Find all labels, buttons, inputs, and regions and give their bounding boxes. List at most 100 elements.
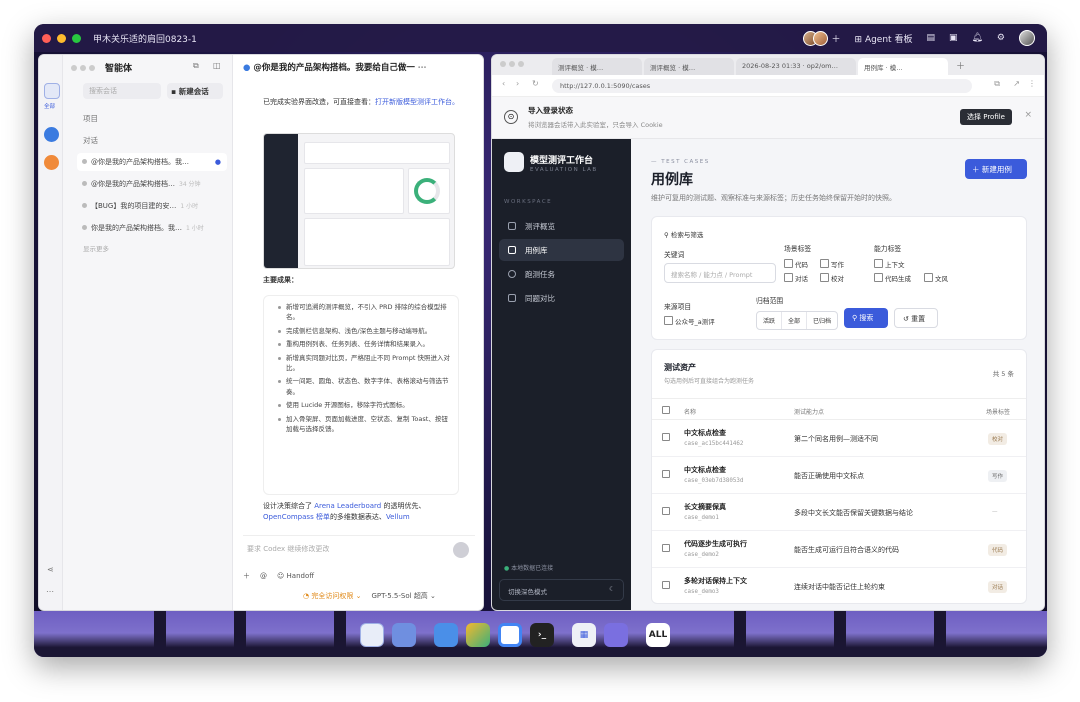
forward-icon[interactable]: › <box>516 79 519 88</box>
archive-option[interactable]: 全部 <box>782 312 808 329</box>
back-icon[interactable]: ‹ <box>502 79 505 88</box>
browser-tab[interactable]: 测评概览 · 模… <box>644 58 734 75</box>
nav-item-runs[interactable]: 跑测任务 <box>499 263 624 285</box>
sidebar-toggle-icon[interactable]: ◫ <box>213 61 221 70</box>
document-icon[interactable]: ▤ <box>926 33 935 43</box>
chat-item-title: @你是我的产品架构搭档。我… <box>91 158 189 166</box>
archive-segmented-control: 活跃 全部 已归档 <box>756 311 839 330</box>
scene-checkbox[interactable]: 代码 <box>784 259 808 269</box>
external-link-icon[interactable]: ⧉ <box>193 61 199 71</box>
dock-all-button[interactable]: ALL <box>646 623 670 647</box>
user-avatar[interactable] <box>1019 30 1035 46</box>
scene-checkbox[interactable]: 校对 <box>820 273 844 283</box>
maximize-window-button[interactable] <box>72 33 81 43</box>
dock-apps-grid-icon[interactable]: ▦ <box>572 623 596 647</box>
mention-icon[interactable]: @ <box>260 572 267 580</box>
workbench-preview-image[interactable] <box>263 133 455 269</box>
composer-input[interactable]: 要求 Codex 继续修改更改 <box>243 535 475 563</box>
archive-option[interactable]: 活跃 <box>757 312 783 329</box>
more-icon[interactable]: ⋯ <box>418 63 427 73</box>
all-agents-icon[interactable] <box>44 83 60 99</box>
dock-agent-icon[interactable] <box>360 623 384 647</box>
scene-checkbox[interactable]: 写作 <box>820 259 844 269</box>
table-row[interactable]: 长文摘要保真 case_demo1 多段中文长文能否保留关键数据与结论 — <box>652 494 1026 531</box>
ability-checkbox[interactable]: 上下文 <box>874 259 905 269</box>
row-checkbox[interactable] <box>662 433 670 441</box>
browser-tab[interactable]: 2026-08-23 01:33 · op2/om… <box>736 58 856 75</box>
browser-tab[interactable]: 测评概览 · 模… <box>552 58 642 75</box>
sparkle-agent-icon[interactable] <box>44 155 59 170</box>
nav-item-overview[interactable]: 测评概览 <box>499 215 624 237</box>
collaborators[interactable]: ＋ <box>802 30 841 46</box>
chat-item[interactable]: 【BUG】我的项目建的安… 1 小时 <box>77 197 227 215</box>
opencompass-link[interactable]: OpenCompass 榜单 <box>263 513 330 521</box>
new-chat-button[interactable]: ▪ 新建会话 <box>167 83 223 99</box>
dock-folder-icon[interactable] <box>434 623 458 647</box>
plus-icon[interactable]: ＋ <box>832 32 841 45</box>
share-icon[interactable]: ⋖ <box>47 565 54 574</box>
ability-checkbox[interactable]: 文风 <box>924 273 948 283</box>
search-button[interactable]: ⚲ 搜索 <box>844 308 888 328</box>
open-workbench-link[interactable]: 打开新版模型测评工作台。 <box>375 98 459 106</box>
row-checkbox[interactable] <box>662 507 670 515</box>
more-icon[interactable]: ⋮ <box>1028 79 1036 88</box>
agent-board-button[interactable]: ⊞ Agent 看板 <box>855 32 913 45</box>
close-icon[interactable]: × <box>1024 110 1032 120</box>
filter-title-text: 检索与筛选 <box>670 231 704 239</box>
url-input[interactable]: http://127.0.0.1:5090/cases <box>552 79 972 93</box>
row-checkbox[interactable] <box>662 544 670 552</box>
dock-chrome-icon[interactable] <box>498 623 522 647</box>
new-case-button[interactable]: ＋ 新建用例 <box>965 159 1027 179</box>
dock-terminal-icon[interactable]: ›_ <box>530 623 554 647</box>
add-icon[interactable]: ＋ <box>243 571 250 581</box>
choose-profile-button[interactable]: 选择 Profile <box>960 109 1012 125</box>
tab-label: 用例库 · 模… <box>864 64 903 72</box>
reset-button[interactable]: ↺ 重置 <box>894 308 938 328</box>
minimize-window-button[interactable] <box>57 33 66 43</box>
open-external-icon[interactable]: ↗ <box>1013 79 1020 88</box>
ability-checkbox[interactable]: 代码生成 <box>874 273 911 283</box>
dock-cluster-icon[interactable] <box>392 623 416 647</box>
source-checkbox[interactable]: 公众号_a测评 <box>664 316 715 326</box>
chat-item[interactable]: 你是我的产品架构搭档。我… 1 小时 <box>77 219 227 237</box>
browser-tab-active[interactable]: 用例库 · 模… <box>858 58 948 75</box>
new-tab-icon[interactable]: ＋ <box>950 59 965 75</box>
show-more-link[interactable]: 显示更多 <box>83 243 109 253</box>
row-checkbox[interactable] <box>662 470 670 478</box>
archive-option[interactable]: 已归档 <box>807 312 837 329</box>
chat-search-input[interactable]: 搜索会话 <box>83 83 161 99</box>
chat-item[interactable]: @你是我的产品架构搭档… 34 分钟 <box>77 175 227 193</box>
layout-icon[interactable]: ▣ <box>949 33 958 43</box>
table-row[interactable]: 代码逐步生成可执行 case_demo2 能否生成可运行且符合语义的代码 代码 <box>652 531 1026 568</box>
nav-item-cases[interactable]: 用例库 <box>499 239 624 261</box>
keyword-input[interactable]: 搜索名称 / 能力点 / Prompt <box>664 263 776 283</box>
gear-icon[interactable]: ⚙ <box>997 33 1005 43</box>
model-select[interactable]: GPT-5.5-Sol 超高 ⌄ <box>371 591 435 601</box>
table-row[interactable]: 中文标点检查 case_03eb7d38053d 能否正确使用中文标点 写作 <box>652 457 1026 494</box>
more-icon[interactable]: ⋯ <box>46 587 54 596</box>
agent-avatar-icon[interactable] <box>44 127 59 142</box>
send-button[interactable] <box>453 542 469 558</box>
vellum-link[interactable]: Vellum <box>386 513 410 521</box>
dock-transfer-icon[interactable] <box>466 623 490 647</box>
select-all-checkbox[interactable] <box>662 406 670 414</box>
list-item: 新增可追溯的测评概览，不引入 PRD 排除的综合模型排名。 <box>278 302 452 323</box>
case-tag: — <box>992 509 998 515</box>
theme-toggle-button[interactable]: 切换深色模式 ☾ <box>499 579 624 601</box>
table-row[interactable]: 中文标点检查 case_ac15bc441462 第二个同名用例—测适不同 校对 <box>652 420 1026 457</box>
chat-item[interactable]: @你是我的产品架构搭档。我… ● <box>77 153 227 171</box>
import-icon: ⊙ <box>504 110 518 124</box>
close-window-button[interactable] <box>42 33 51 43</box>
row-checkbox[interactable] <box>662 581 670 589</box>
dock-chat-icon[interactable] <box>604 623 628 647</box>
scene-checkbox[interactable]: 对话 <box>784 273 808 283</box>
nav-item-compare[interactable]: 同题对比 <box>499 287 624 309</box>
handoff-button[interactable]: ☺ Handoff <box>277 572 314 580</box>
case-name: 中文标点检查 <box>684 466 726 474</box>
table-row[interactable]: 多轮对话保持上下文 case_demo3 连续对话中能否记住上轮约束 对话 <box>652 568 1026 605</box>
share-icon[interactable]: ⧉ <box>994 79 1000 89</box>
arena-link[interactable]: Arena Leaderboard <box>314 502 381 510</box>
reload-icon[interactable]: ↻ <box>532 79 539 88</box>
access-mode-select[interactable]: ◔ 完全访问权限 ⌄ <box>303 591 361 601</box>
bell-icon[interactable]: 🔔︎ <box>971 33 982 43</box>
